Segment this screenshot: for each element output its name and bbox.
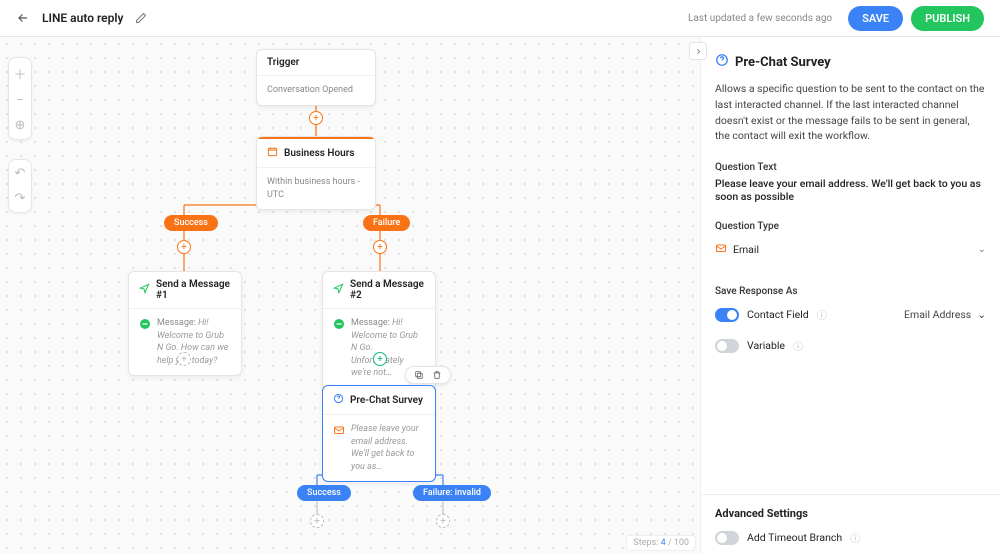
add-step-button[interactable]: + xyxy=(373,352,387,366)
variable-label: Variable xyxy=(747,339,785,352)
panel-title: Pre-Chat Survey xyxy=(735,55,831,70)
node-actions xyxy=(405,366,451,384)
question-type-label: Question Type xyxy=(715,221,986,232)
add-step-button[interactable]: + xyxy=(177,352,191,366)
advanced-settings-title: Advanced Settings xyxy=(715,507,986,520)
question-type-select[interactable]: Email ⌄ xyxy=(715,236,986,264)
add-step-button[interactable]: + xyxy=(309,111,323,125)
channel-icon xyxy=(139,318,151,335)
branch-pill-success[interactable]: Success xyxy=(297,485,351,501)
help-icon[interactable]: ⓘ xyxy=(793,338,803,353)
chevron-down-icon: ⌄ xyxy=(977,308,986,321)
calendar-icon xyxy=(267,146,278,160)
node-business-hours[interactable]: Business Hours Within business hours - U… xyxy=(256,136,376,210)
node-msg1-body: Message: Hi! Welcome to Grub N Go. How c… xyxy=(157,317,231,367)
inspector-panel: Pre-Chat Survey Allows a specific questi… xyxy=(700,37,1000,553)
edit-title-button[interactable] xyxy=(135,12,147,24)
send-icon xyxy=(139,283,150,297)
zoom-in-button[interactable]: ＋ xyxy=(13,64,26,83)
topbar: LINE auto reply Last updated a few secon… xyxy=(0,0,1000,37)
workflow-canvas[interactable]: ＋ − ⊕ ↶ ↷ Trigger Conversation Opened + … xyxy=(0,37,700,553)
save-button[interactable]: SAVE xyxy=(848,6,903,31)
contact-field-toggle[interactable] xyxy=(715,308,739,322)
question-type-value: Email xyxy=(733,243,759,256)
help-icon[interactable]: ⓘ xyxy=(850,530,860,545)
node-trigger-body: Conversation Opened xyxy=(267,85,353,95)
back-button[interactable] xyxy=(16,11,30,25)
add-timeout-toggle[interactable] xyxy=(715,531,739,545)
node-msg1-title: Send a Message #1 xyxy=(156,279,231,301)
workflow-title: LINE auto reply xyxy=(42,11,123,25)
duplicate-node-button[interactable] xyxy=(414,370,424,380)
redo-button[interactable]: ↷ xyxy=(15,191,26,206)
chevron-down-icon: ⌄ xyxy=(978,244,986,255)
publish-button[interactable]: PUBLISH xyxy=(911,6,984,31)
last-updated-text: Last updated a few seconds ago xyxy=(688,13,832,24)
node-hours-title: Business Hours xyxy=(284,148,354,159)
branch-pill-failure-invalid[interactable]: Failure: invalid xyxy=(413,485,491,501)
zoom-out-button[interactable]: − xyxy=(16,93,23,108)
send-icon xyxy=(333,283,344,297)
node-survey-body: Please leave your email address. We'll g… xyxy=(351,423,425,473)
contact-field-label: Contact Field xyxy=(747,308,809,321)
email-icon xyxy=(715,242,727,257)
variable-toggle[interactable] xyxy=(715,339,739,353)
branch-pill-failure[interactable]: Failure xyxy=(363,215,410,231)
branch-pill-success[interactable]: Success xyxy=(164,215,218,231)
add-step-button[interactable]: + xyxy=(310,514,324,528)
steps-counter: Steps: 4 / 100 xyxy=(626,535,696,551)
node-msg2-title: Send a Message #2 xyxy=(350,279,425,301)
add-step-button[interactable]: + xyxy=(436,514,450,528)
question-text-value[interactable]: Please leave your email address. We'll g… xyxy=(715,177,986,203)
node-trigger[interactable]: Trigger Conversation Opened xyxy=(256,49,376,106)
contact-field-value: Email Address xyxy=(904,308,971,321)
node-hours-body: Within business hours - UTC xyxy=(267,177,360,200)
add-step-button[interactable]: + xyxy=(373,240,387,254)
save-response-label: Save Response As xyxy=(715,286,986,297)
canvas-toolbar: ＋ − ⊕ xyxy=(8,57,32,140)
channel-icon xyxy=(333,318,345,335)
node-trigger-title: Trigger xyxy=(267,57,299,68)
question-icon xyxy=(715,53,729,71)
contact-field-select[interactable]: Email Address ⌄ xyxy=(904,308,986,321)
panel-description: Allows a specific question to be sent to… xyxy=(715,81,986,144)
node-pre-chat-survey[interactable]: Pre-Chat Survey Please leave your email … xyxy=(322,385,436,482)
node-survey-title: Pre-Chat Survey xyxy=(350,395,423,406)
delete-node-button[interactable] xyxy=(432,370,442,380)
canvas-history-toolbar: ↶ ↷ xyxy=(8,159,32,213)
add-timeout-label: Add Timeout Branch xyxy=(747,531,842,544)
undo-button[interactable]: ↶ xyxy=(15,166,26,181)
fit-view-button[interactable]: ⊕ xyxy=(15,118,26,133)
question-icon xyxy=(333,393,344,407)
collapse-panel-button[interactable] xyxy=(689,42,707,60)
add-step-button[interactable]: + xyxy=(177,240,191,254)
email-icon xyxy=(333,424,345,441)
question-text-label: Question Text xyxy=(715,162,986,173)
help-icon[interactable]: ⓘ xyxy=(817,307,827,322)
